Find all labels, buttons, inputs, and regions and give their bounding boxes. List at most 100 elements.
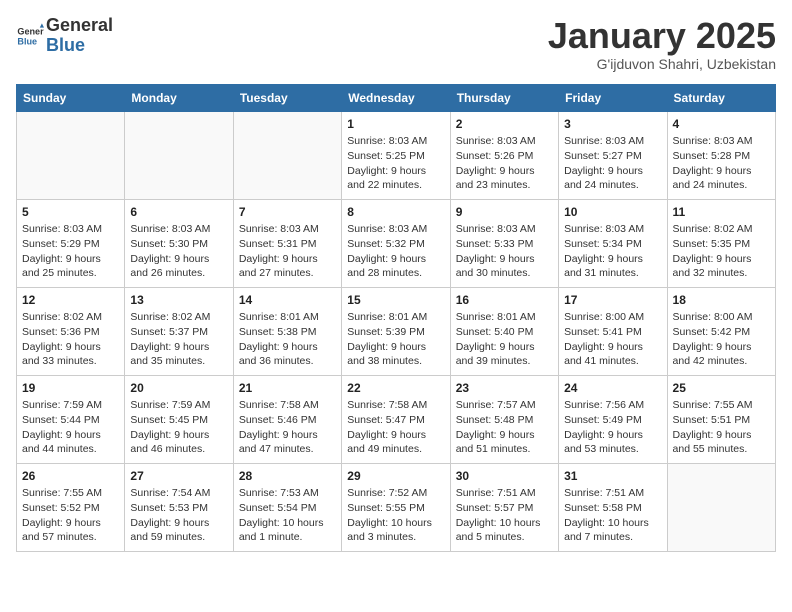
day-info: Sunrise: 8:03 AM Sunset: 5:28 PM Dayligh… bbox=[673, 134, 770, 193]
day-number: 19 bbox=[22, 380, 119, 397]
day-number: 11 bbox=[673, 204, 770, 221]
day-number: 18 bbox=[673, 292, 770, 309]
calendar-cell: 14Sunrise: 8:01 AM Sunset: 5:38 PM Dayli… bbox=[233, 287, 341, 375]
day-info: Sunrise: 8:03 AM Sunset: 5:26 PM Dayligh… bbox=[456, 134, 553, 193]
page-header: General Blue General Blue January 2025 G… bbox=[16, 16, 776, 72]
calendar-cell: 9Sunrise: 8:03 AM Sunset: 5:33 PM Daylig… bbox=[450, 199, 558, 287]
calendar-week-row: 26Sunrise: 7:55 AM Sunset: 5:52 PM Dayli… bbox=[17, 463, 776, 551]
day-info: Sunrise: 7:54 AM Sunset: 5:53 PM Dayligh… bbox=[130, 486, 227, 545]
day-number: 6 bbox=[130, 204, 227, 221]
day-number: 9 bbox=[456, 204, 553, 221]
calendar-cell: 25Sunrise: 7:55 AM Sunset: 5:51 PM Dayli… bbox=[667, 375, 775, 463]
calendar-cell: 12Sunrise: 8:02 AM Sunset: 5:36 PM Dayli… bbox=[17, 287, 125, 375]
calendar-cell: 5Sunrise: 8:03 AM Sunset: 5:29 PM Daylig… bbox=[17, 199, 125, 287]
day-number: 4 bbox=[673, 116, 770, 133]
calendar-cell: 3Sunrise: 8:03 AM Sunset: 5:27 PM Daylig… bbox=[559, 111, 667, 199]
calendar-cell: 28Sunrise: 7:53 AM Sunset: 5:54 PM Dayli… bbox=[233, 463, 341, 551]
calendar-cell: 26Sunrise: 7:55 AM Sunset: 5:52 PM Dayli… bbox=[17, 463, 125, 551]
day-number: 31 bbox=[564, 468, 661, 485]
day-info: Sunrise: 8:00 AM Sunset: 5:41 PM Dayligh… bbox=[564, 310, 661, 369]
day-number: 21 bbox=[239, 380, 336, 397]
calendar-cell: 7Sunrise: 8:03 AM Sunset: 5:31 PM Daylig… bbox=[233, 199, 341, 287]
day-number: 1 bbox=[347, 116, 444, 133]
calendar-cell: 30Sunrise: 7:51 AM Sunset: 5:57 PM Dayli… bbox=[450, 463, 558, 551]
weekday-header-sunday: Sunday bbox=[17, 84, 125, 111]
calendar-cell: 16Sunrise: 8:01 AM Sunset: 5:40 PM Dayli… bbox=[450, 287, 558, 375]
day-number: 15 bbox=[347, 292, 444, 309]
day-info: Sunrise: 8:01 AM Sunset: 5:38 PM Dayligh… bbox=[239, 310, 336, 369]
calendar-cell: 27Sunrise: 7:54 AM Sunset: 5:53 PM Dayli… bbox=[125, 463, 233, 551]
calendar-cell bbox=[17, 111, 125, 199]
month-title: January 2025 bbox=[548, 16, 776, 56]
calendar-cell: 17Sunrise: 8:00 AM Sunset: 5:41 PM Dayli… bbox=[559, 287, 667, 375]
day-number: 16 bbox=[456, 292, 553, 309]
day-info: Sunrise: 8:03 AM Sunset: 5:32 PM Dayligh… bbox=[347, 222, 444, 281]
day-info: Sunrise: 7:55 AM Sunset: 5:51 PM Dayligh… bbox=[673, 398, 770, 457]
calendar-week-row: 1Sunrise: 8:03 AM Sunset: 5:25 PM Daylig… bbox=[17, 111, 776, 199]
day-number: 20 bbox=[130, 380, 227, 397]
day-info: Sunrise: 8:02 AM Sunset: 5:37 PM Dayligh… bbox=[130, 310, 227, 369]
day-info: Sunrise: 8:03 AM Sunset: 5:34 PM Dayligh… bbox=[564, 222, 661, 281]
day-info: Sunrise: 7:52 AM Sunset: 5:55 PM Dayligh… bbox=[347, 486, 444, 545]
logo-blue-text: Blue bbox=[46, 35, 85, 55]
day-number: 2 bbox=[456, 116, 553, 133]
calendar-cell bbox=[233, 111, 341, 199]
calendar-cell: 20Sunrise: 7:59 AM Sunset: 5:45 PM Dayli… bbox=[125, 375, 233, 463]
day-number: 23 bbox=[456, 380, 553, 397]
day-number: 28 bbox=[239, 468, 336, 485]
day-info: Sunrise: 7:59 AM Sunset: 5:44 PM Dayligh… bbox=[22, 398, 119, 457]
calendar-week-row: 12Sunrise: 8:02 AM Sunset: 5:36 PM Dayli… bbox=[17, 287, 776, 375]
day-number: 25 bbox=[673, 380, 770, 397]
day-info: Sunrise: 8:03 AM Sunset: 5:30 PM Dayligh… bbox=[130, 222, 227, 281]
day-info: Sunrise: 8:00 AM Sunset: 5:42 PM Dayligh… bbox=[673, 310, 770, 369]
logo-general-text: General bbox=[46, 15, 113, 35]
weekday-header-friday: Friday bbox=[559, 84, 667, 111]
day-info: Sunrise: 7:56 AM Sunset: 5:49 PM Dayligh… bbox=[564, 398, 661, 457]
svg-text:Blue: Blue bbox=[17, 36, 37, 46]
weekday-header-thursday: Thursday bbox=[450, 84, 558, 111]
weekday-header-row: SundayMondayTuesdayWednesdayThursdayFrid… bbox=[17, 84, 776, 111]
day-info: Sunrise: 8:03 AM Sunset: 5:27 PM Dayligh… bbox=[564, 134, 661, 193]
day-number: 10 bbox=[564, 204, 661, 221]
day-number: 3 bbox=[564, 116, 661, 133]
day-info: Sunrise: 8:01 AM Sunset: 5:39 PM Dayligh… bbox=[347, 310, 444, 369]
calendar-cell: 21Sunrise: 7:58 AM Sunset: 5:46 PM Dayli… bbox=[233, 375, 341, 463]
day-number: 22 bbox=[347, 380, 444, 397]
day-number: 14 bbox=[239, 292, 336, 309]
calendar-cell: 29Sunrise: 7:52 AM Sunset: 5:55 PM Dayli… bbox=[342, 463, 450, 551]
calendar-cell: 22Sunrise: 7:58 AM Sunset: 5:47 PM Dayli… bbox=[342, 375, 450, 463]
calendar-cell bbox=[125, 111, 233, 199]
day-number: 24 bbox=[564, 380, 661, 397]
calendar-cell: 2Sunrise: 8:03 AM Sunset: 5:26 PM Daylig… bbox=[450, 111, 558, 199]
day-info: Sunrise: 8:02 AM Sunset: 5:36 PM Dayligh… bbox=[22, 310, 119, 369]
day-info: Sunrise: 8:01 AM Sunset: 5:40 PM Dayligh… bbox=[456, 310, 553, 369]
calendar-cell bbox=[667, 463, 775, 551]
day-info: Sunrise: 8:03 AM Sunset: 5:25 PM Dayligh… bbox=[347, 134, 444, 193]
calendar-cell: 10Sunrise: 8:03 AM Sunset: 5:34 PM Dayli… bbox=[559, 199, 667, 287]
location-subtitle: G'ijduvon Shahri, Uzbekistan bbox=[548, 56, 776, 72]
calendar-cell: 8Sunrise: 8:03 AM Sunset: 5:32 PM Daylig… bbox=[342, 199, 450, 287]
calendar-cell: 11Sunrise: 8:02 AM Sunset: 5:35 PM Dayli… bbox=[667, 199, 775, 287]
day-number: 13 bbox=[130, 292, 227, 309]
logo-icon: General Blue bbox=[16, 22, 44, 50]
logo: General Blue General Blue bbox=[16, 16, 113, 56]
day-info: Sunrise: 7:57 AM Sunset: 5:48 PM Dayligh… bbox=[456, 398, 553, 457]
day-info: Sunrise: 7:51 AM Sunset: 5:58 PM Dayligh… bbox=[564, 486, 661, 545]
weekday-header-monday: Monday bbox=[125, 84, 233, 111]
day-number: 29 bbox=[347, 468, 444, 485]
calendar-cell: 4Sunrise: 8:03 AM Sunset: 5:28 PM Daylig… bbox=[667, 111, 775, 199]
day-info: Sunrise: 8:03 AM Sunset: 5:29 PM Dayligh… bbox=[22, 222, 119, 281]
day-info: Sunrise: 7:51 AM Sunset: 5:57 PM Dayligh… bbox=[456, 486, 553, 545]
day-info: Sunrise: 7:58 AM Sunset: 5:46 PM Dayligh… bbox=[239, 398, 336, 457]
day-info: Sunrise: 8:03 AM Sunset: 5:33 PM Dayligh… bbox=[456, 222, 553, 281]
day-number: 27 bbox=[130, 468, 227, 485]
day-info: Sunrise: 7:59 AM Sunset: 5:45 PM Dayligh… bbox=[130, 398, 227, 457]
calendar-cell: 1Sunrise: 8:03 AM Sunset: 5:25 PM Daylig… bbox=[342, 111, 450, 199]
title-block: January 2025 G'ijduvon Shahri, Uzbekista… bbox=[548, 16, 776, 72]
calendar-cell: 15Sunrise: 8:01 AM Sunset: 5:39 PM Dayli… bbox=[342, 287, 450, 375]
day-number: 8 bbox=[347, 204, 444, 221]
day-number: 7 bbox=[239, 204, 336, 221]
day-number: 30 bbox=[456, 468, 553, 485]
day-info: Sunrise: 8:03 AM Sunset: 5:31 PM Dayligh… bbox=[239, 222, 336, 281]
weekday-header-tuesday: Tuesday bbox=[233, 84, 341, 111]
